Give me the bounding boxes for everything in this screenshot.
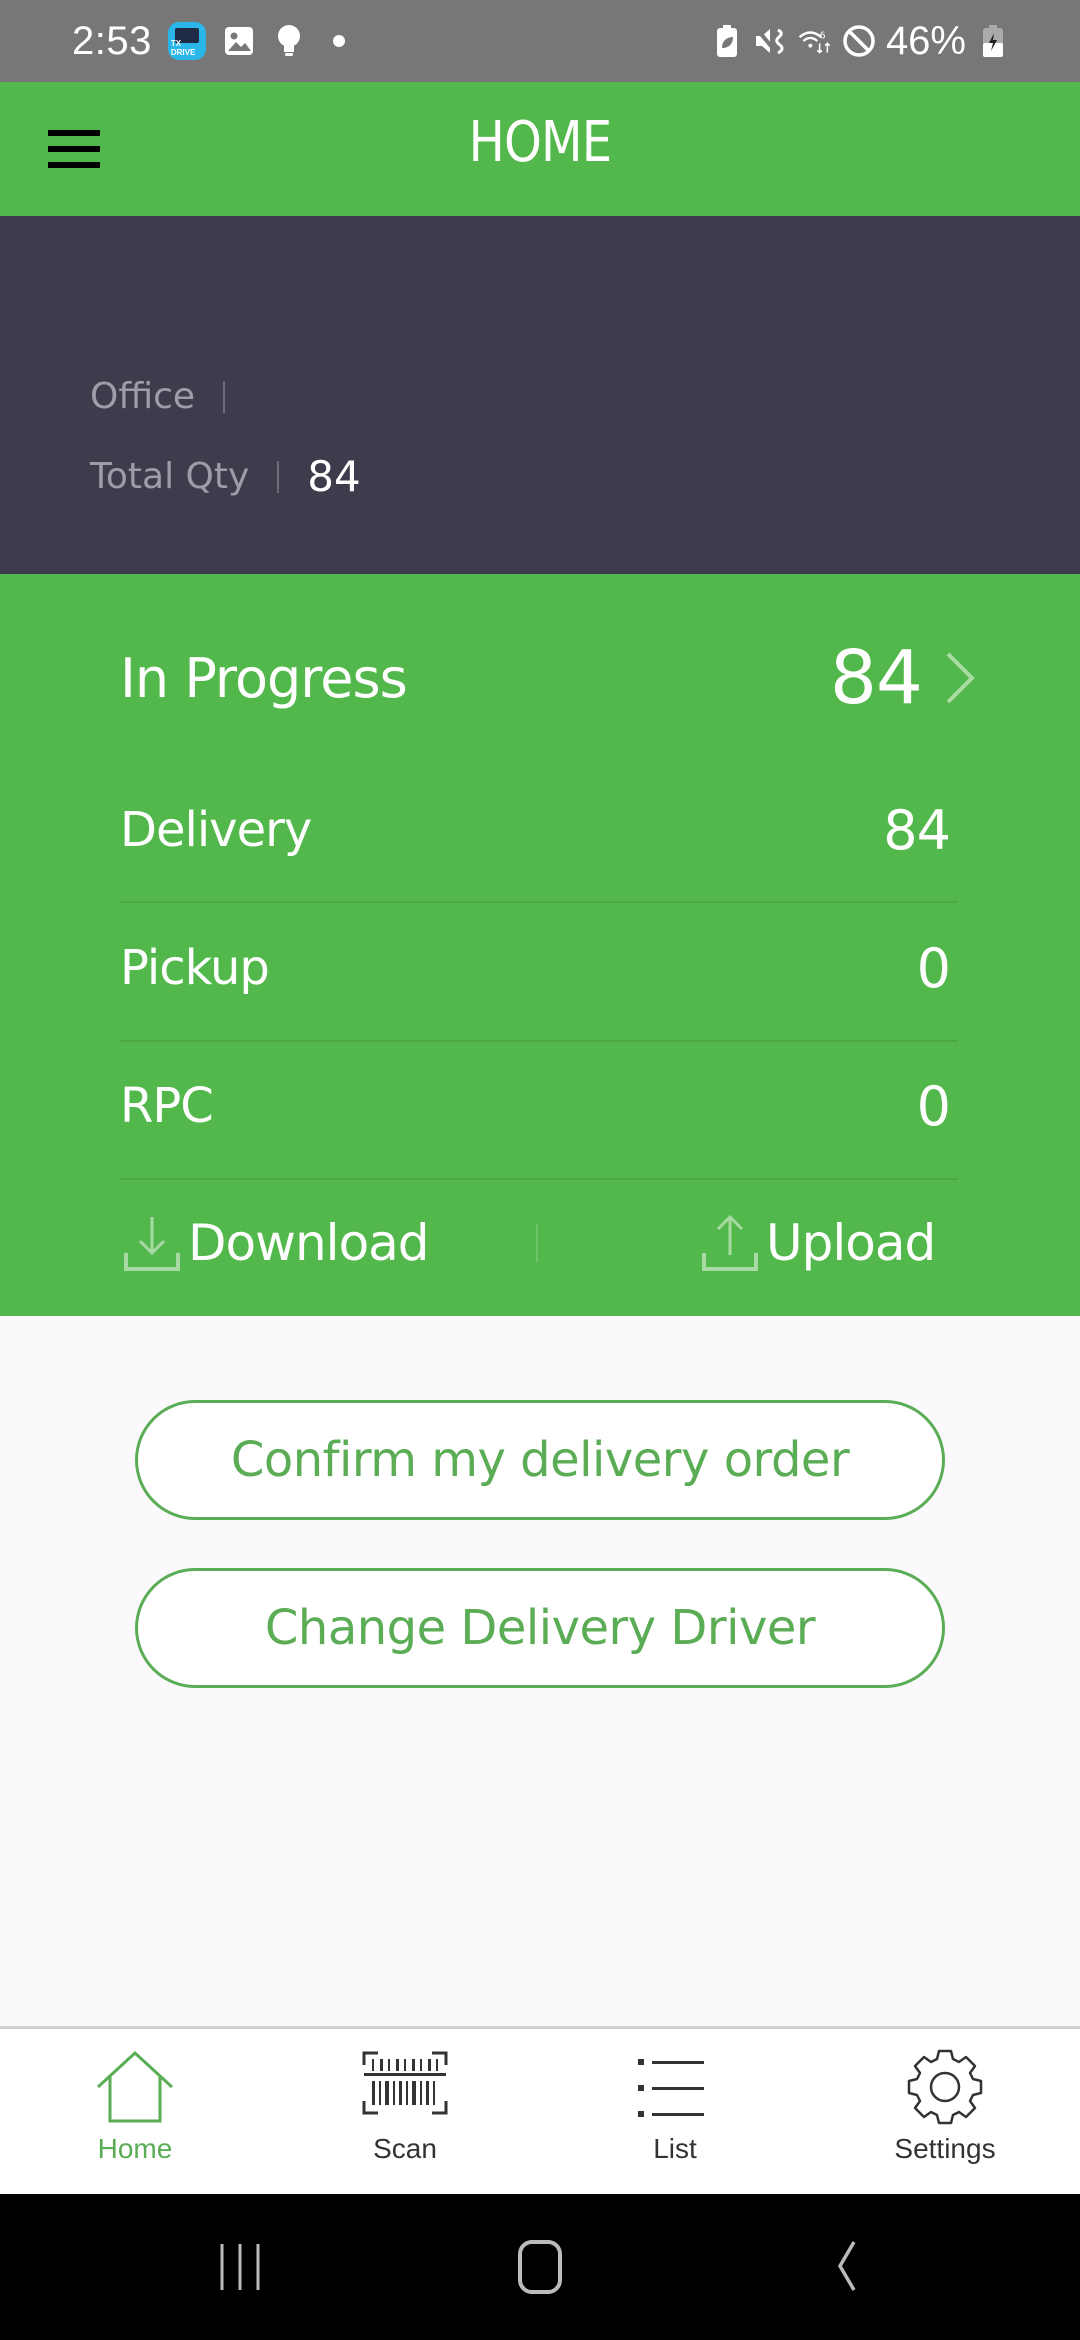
divider [120, 1178, 958, 1180]
app-header: HOME [0, 82, 1080, 216]
total-qty-row: Total Qty 84 [90, 452, 361, 501]
in-progress-label: In Progress [120, 646, 408, 710]
office-label: Office [90, 376, 196, 417]
recent-apps-icon[interactable] [200, 2234, 280, 2300]
tab-home-label: Home [97, 2133, 173, 2164]
total-qty-value: 84 [307, 452, 361, 501]
home-icon [96, 2050, 174, 2123]
back-icon[interactable] [806, 2234, 886, 2300]
total-qty-label: Total Qty [90, 456, 250, 497]
tx-drive-app-icon: TX DRIVE [167, 22, 206, 60]
action-separator [536, 1224, 538, 1262]
tab-list[interactable]: List [540, 2029, 810, 2194]
tab-settings[interactable]: Settings [810, 2029, 1080, 2194]
download-label: Download [188, 1214, 430, 1272]
summary-panel: Office Total Qty 84 [0, 216, 1080, 574]
tab-scan-label: Scan [373, 2133, 437, 2164]
wifi-6-icon: 6 [798, 24, 832, 58]
rpc-value: 0 [916, 1074, 951, 1138]
tab-settings-label: Settings [894, 2133, 996, 2164]
barcode-scan-icon [362, 2051, 448, 2115]
delivery-label: Delivery [120, 802, 312, 858]
gear-icon [907, 2049, 983, 2125]
confirm-delivery-order-button[interactable]: Confirm my delivery order [135, 1400, 945, 1520]
total-qty-separator [277, 460, 280, 493]
delivery-value: 84 [883, 798, 951, 862]
office-row: Office [90, 376, 253, 417]
vibrate-mute-icon [754, 24, 788, 58]
status-left: 2:53 TX DRIVE [72, 18, 356, 64]
divider [120, 1040, 958, 1042]
delivery-row[interactable]: Delivery 84 [120, 790, 958, 870]
bottom-tab-bar: Home Scan List Settings [0, 2026, 1080, 2194]
svg-text:6: 6 [820, 31, 826, 42]
pickup-row[interactable]: Pickup 0 [120, 928, 958, 1008]
home-nav-icon[interactable] [500, 2234, 580, 2300]
rpc-row[interactable]: RPC 0 [120, 1066, 958, 1146]
battery-saver-icon [710, 24, 744, 58]
gallery-icon [222, 24, 256, 58]
battery-charging-icon [976, 24, 1010, 58]
change-delivery-driver-button[interactable]: Change Delivery Driver [135, 1568, 945, 1688]
upload-button[interactable]: Upload [700, 1210, 936, 1276]
chevron-right-icon [946, 652, 975, 704]
in-progress-value: 84 [829, 635, 923, 721]
do-not-disturb-icon [842, 24, 876, 58]
status-time: 2:53 [72, 18, 152, 63]
lightbulb-icon [272, 24, 306, 58]
system-nav-bar [0, 2194, 1080, 2340]
download-icon [124, 1217, 180, 1271]
pickup-label: Pickup [120, 940, 270, 996]
list-icon [638, 2059, 704, 2117]
tab-list-label: List [653, 2133, 697, 2164]
upload-icon [702, 1214, 758, 1271]
page-title: HOME [468, 110, 613, 175]
rpc-label: RPC [120, 1078, 214, 1134]
status-bar: 2:53 TX DRIVE 6 46% [0, 0, 1080, 82]
status-right: 6 46% [710, 18, 1010, 64]
dot-icon [322, 24, 356, 58]
pickup-value: 0 [916, 936, 951, 1000]
sync-actions: Download Upload [120, 1210, 958, 1276]
office-separator [223, 380, 226, 413]
download-button[interactable]: Download [122, 1210, 430, 1276]
divider [120, 901, 958, 903]
tab-scan[interactable]: Scan [270, 2029, 540, 2194]
upload-label: Upload [766, 1214, 936, 1272]
in-progress-row[interactable]: In Progress 84 [120, 628, 980, 728]
tab-home[interactable]: Home [0, 2029, 270, 2194]
battery-percent: 46% [885, 18, 966, 63]
